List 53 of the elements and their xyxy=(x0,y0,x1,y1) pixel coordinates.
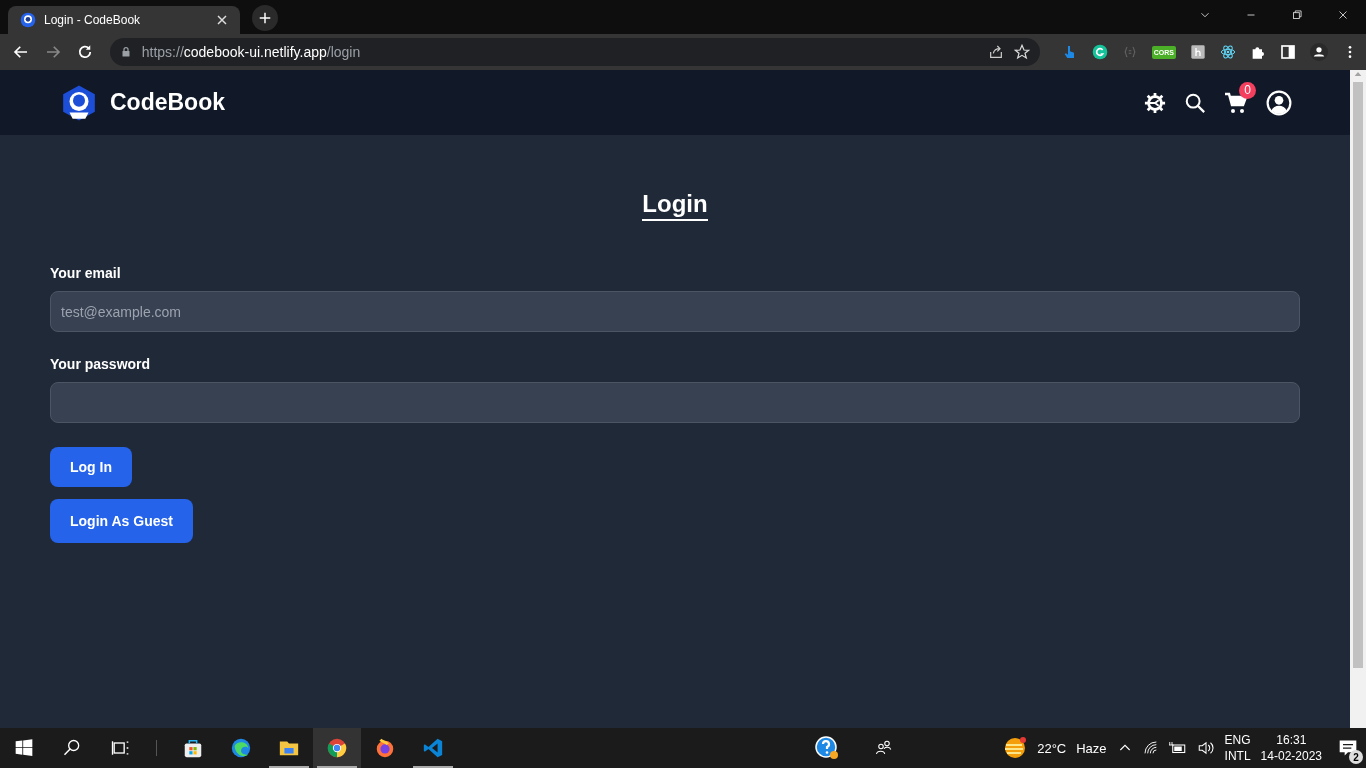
grammar-g-icon[interactable] xyxy=(1091,44,1108,60)
browser-tab[interactable]: Login - CodeBook xyxy=(8,6,240,34)
page-heading: Login xyxy=(642,189,708,221)
weather-condition[interactable]: Haze xyxy=(1076,740,1107,756)
brand-name[interactable]: CodeBook xyxy=(110,89,225,116)
people-icon[interactable] xyxy=(875,739,894,757)
clock[interactable]: 16:31 14-02-2023 xyxy=(1260,732,1322,764)
round-browser-icon xyxy=(326,737,348,759)
astronaut-icon xyxy=(20,12,36,28)
task-view-icon[interactable] xyxy=(110,738,130,758)
puzzle-icon[interactable] xyxy=(1250,44,1266,60)
share-icon[interactable] xyxy=(987,44,1004,60)
back-arrow-icon[interactable] xyxy=(11,43,30,61)
input-field[interactable] xyxy=(50,382,1300,423)
user-avatar-icon[interactable] xyxy=(1266,89,1292,116)
clock-date: 14-02-2023 xyxy=(1260,748,1322,764)
address-bar[interactable]: https://codebook-ui.netlify.app/login xyxy=(109,38,1040,66)
field-label: Your email xyxy=(50,265,121,281)
atom-icon[interactable] xyxy=(1220,44,1236,60)
speaker-icon[interactable] xyxy=(1196,739,1215,757)
guest-login-button[interactable]: Login As Guest xyxy=(50,499,193,543)
search-icon[interactable] xyxy=(62,738,82,758)
letter-h-tile-icon[interactable] xyxy=(1190,44,1206,60)
plus-icon xyxy=(258,11,272,25)
language-indicator[interactable]: ENG INTL xyxy=(1224,732,1251,764)
fox-globe-icon xyxy=(374,737,396,759)
login-button[interactable]: Log In xyxy=(50,447,132,487)
search-icon[interactable] xyxy=(1184,91,1206,114)
language-code: ENG xyxy=(1224,732,1251,748)
code-editor-icon xyxy=(422,737,444,759)
astronaut-logo-icon[interactable] xyxy=(60,83,98,122)
wifi-icon[interactable] xyxy=(1142,740,1159,756)
help-icon[interactable] xyxy=(815,736,840,760)
cart-count-badge: 0 xyxy=(1239,81,1256,99)
side-panel-icon[interactable] xyxy=(1280,44,1296,60)
new-tab-button[interactable] xyxy=(252,5,278,31)
star-icon[interactable] xyxy=(1013,44,1030,60)
clock-time: 16:31 xyxy=(1276,732,1307,748)
url-text: https://codebook-ui.netlify.app/login xyxy=(141,44,362,60)
field-label: Your password xyxy=(50,356,151,372)
windows-logo-icon[interactable] xyxy=(14,738,34,758)
shopping-bag-icon xyxy=(182,737,204,759)
keyboard-layout: INTL xyxy=(1224,748,1251,764)
notification-count: 2 xyxy=(1349,750,1363,764)
scrollbar[interactable] xyxy=(1350,70,1366,728)
settings-icon[interactable] xyxy=(1144,91,1166,114)
taskbar-app-button[interactable] xyxy=(313,728,361,768)
restore-icon[interactable] xyxy=(1290,8,1304,22)
wave-swirl-icon xyxy=(230,737,252,759)
weather-temperature[interactable]: 22°C xyxy=(1037,740,1067,756)
hazy-sun-icon[interactable] xyxy=(1003,736,1028,760)
person-icon[interactable] xyxy=(1310,43,1328,61)
input-field[interactable]: test@example.com xyxy=(50,291,1300,332)
